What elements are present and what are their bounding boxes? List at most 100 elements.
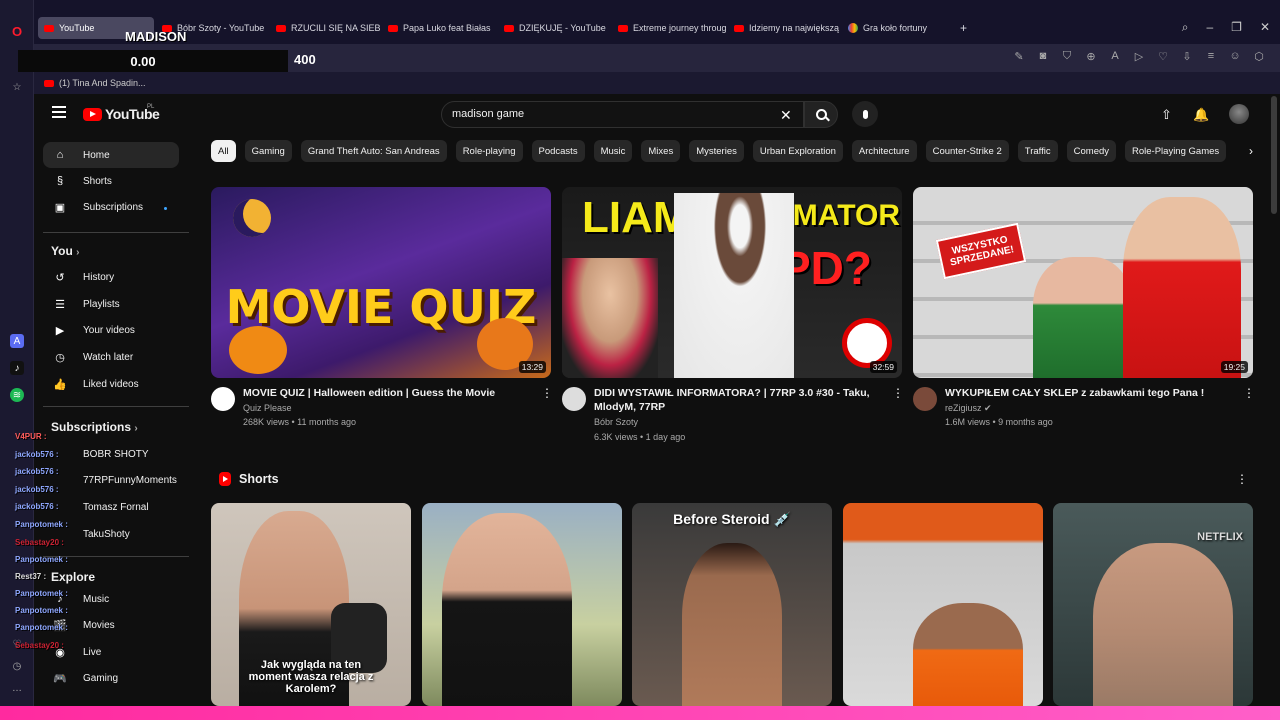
- sidebar-item-your-videos[interactable]: ▶ Your videos: [43, 317, 179, 343]
- chip-role-playing[interactable]: Role-playing: [455, 140, 523, 162]
- more-options-icon[interactable]: ⋮: [1243, 386, 1255, 400]
- chip-music[interactable]: Music: [593, 140, 633, 162]
- person-shape: [913, 603, 1023, 706]
- chip-mixes[interactable]: Mixes: [641, 140, 681, 162]
- short-thumbnail[interactable]: [422, 503, 622, 706]
- more-options-icon[interactable]: ⋮: [541, 386, 553, 400]
- score-display: 0.00: [18, 50, 288, 72]
- sidebar-item-playlists[interactable]: ☰ Playlists: [43, 291, 179, 317]
- channel-name[interactable]: Bóbr Szoty: [594, 415, 638, 429]
- you-heading[interactable]: You ›: [51, 244, 79, 258]
- edit-icon[interactable]: ✎: [1012, 50, 1026, 63]
- video-thumbnail[interactable]: WSZYSTKO SPRZEDANE! 19:25: [913, 187, 1253, 378]
- chevron-right-icon[interactable]: ›: [1240, 140, 1262, 162]
- chip-architecture[interactable]: Architecture: [851, 140, 917, 162]
- camera-icon[interactable]: ◙: [1036, 50, 1050, 63]
- profile-icon[interactable]: ☺: [1228, 50, 1242, 63]
- notifications-bell-icon[interactable]: 🔔: [1193, 107, 1209, 123]
- short-thumbnail[interactable]: NETFLIX: [1053, 503, 1253, 706]
- short-thumbnail[interactable]: Before Steroid 💉: [632, 503, 832, 706]
- maximize-icon[interactable]: ❐: [1231, 20, 1242, 35]
- close-icon[interactable]: ✕: [1260, 20, 1270, 35]
- download-icon[interactable]: ⇩: [1180, 50, 1194, 63]
- verified-icon: ✔: [984, 403, 992, 413]
- video-thumbnail[interactable]: MOVIE QUIZ 13:29: [211, 187, 551, 378]
- channel-name[interactable]: Quiz Please: [243, 401, 292, 415]
- upload-icon[interactable]: ⇧: [1161, 107, 1172, 123]
- youtube-logo[interactable]: YouTube PL: [83, 104, 160, 122]
- opera-logo-icon[interactable]: O: [10, 24, 24, 39]
- minimize-icon[interactable]: –: [1206, 20, 1213, 35]
- chip-all[interactable]: All: [211, 140, 236, 162]
- video-duration: 32:59: [869, 361, 897, 373]
- tiktok-icon[interactable]: ♪: [10, 361, 24, 375]
- person-shape: [562, 258, 658, 378]
- chip-counter-strike-2[interactable]: Counter-Strike 2: [925, 140, 1009, 162]
- chip-role-playing-games[interactable]: Role-Playing Games: [1125, 140, 1227, 162]
- bookmark-item[interactable]: (1) Tina And Spadin...: [59, 78, 146, 88]
- tab-papa-luko[interactable]: Papa Luko feat Białas: [382, 17, 496, 39]
- more-options-icon[interactable]: ⋮: [892, 386, 904, 400]
- star-icon[interactable]: ☆: [10, 80, 24, 94]
- extension-icon[interactable]: ⊕: [1084, 50, 1098, 63]
- tab-extreme-journey[interactable]: Extreme journey through: [612, 17, 726, 39]
- more-options-icon[interactable]: ⋮: [1236, 472, 1248, 486]
- sidebar-item-gaming[interactable]: 🎮 Gaming: [43, 665, 179, 691]
- new-tab-button[interactable]: +: [954, 17, 976, 39]
- video-title[interactable]: DIDI WYSTAWIŁ INFORMATORA? | 77RP 3.0 #3…: [594, 386, 884, 414]
- chip-traffic[interactable]: Traffic: [1017, 140, 1058, 162]
- menu-icon[interactable]: ≡: [1204, 50, 1218, 63]
- person-shape: [674, 193, 794, 378]
- history-clock-icon[interactable]: ◷: [10, 659, 24, 673]
- translate-icon[interactable]: A: [1108, 50, 1122, 63]
- channel-avatar[interactable]: [211, 387, 235, 411]
- search-tabs-icon[interactable]: ⌕: [1182, 20, 1189, 35]
- tab-rzucili[interactable]: RZUCILI SIĘ NA SIEBIE! SA: [270, 17, 380, 39]
- video-title[interactable]: WYKUPIŁEM CAŁY SKLEP z zabawkami tego Pa…: [945, 386, 1235, 400]
- chip-podcasts[interactable]: Podcasts: [531, 140, 585, 162]
- sidebar-item-liked-videos[interactable]: 👍 Liked videos: [43, 371, 179, 397]
- sidebar-item-subscriptions[interactable]: ▣ Subscriptions: [43, 194, 179, 220]
- chip-comedy[interactable]: Comedy: [1066, 140, 1117, 162]
- tab-idziemy[interactable]: Idziemy na największą fav: [728, 17, 840, 39]
- heart-icon[interactable]: ♡: [1156, 50, 1170, 63]
- search-input[interactable]: madison game: [441, 101, 804, 128]
- chip-urban-exploration[interactable]: Urban Exploration: [752, 140, 843, 162]
- short-thumbnail[interactable]: Jak wygląda na ten moment wasza relacja …: [211, 503, 411, 706]
- subscriptions-heading[interactable]: Subscriptions ›: [51, 420, 138, 434]
- aria-icon[interactable]: A: [10, 334, 24, 348]
- clear-search-icon[interactable]: ✕: [780, 107, 792, 124]
- video-duration: 13:29: [518, 361, 546, 373]
- hamburger-menu-icon[interactable]: [52, 106, 66, 118]
- video-thumbnail[interactable]: LIAM INFORMATOR PD? 32:59: [562, 187, 902, 378]
- avatar[interactable]: [1229, 104, 1249, 124]
- voice-search-button[interactable]: [852, 101, 878, 127]
- channel-avatar[interactable]: [562, 387, 586, 411]
- video-title[interactable]: MOVIE QUIZ | Halloween edition | Guess t…: [243, 386, 533, 400]
- sidebar-item-history[interactable]: ↺ History: [43, 264, 179, 290]
- chevron-right-icon: ›: [76, 247, 80, 258]
- short-caption: Before Steroid 💉: [673, 511, 791, 527]
- short-thumbnail[interactable]: [843, 503, 1043, 706]
- sidebar-item-watch-later[interactable]: ◷ Watch later: [43, 344, 179, 370]
- sidebar-item-subscription[interactable]: Tomasz Fornal: [43, 494, 179, 520]
- chip-gaming[interactable]: Gaming: [244, 140, 292, 162]
- channel-name[interactable]: reZigiusz ✔: [945, 401, 992, 415]
- sidebar-item-subscription[interactable]: 77RPFunnyMoments: [43, 467, 179, 493]
- chip-mysteries[interactable]: Mysteries: [689, 140, 744, 162]
- more-icon[interactable]: …: [10, 681, 24, 695]
- cube-icon[interactable]: ⬡: [1252, 50, 1266, 63]
- channel-avatar[interactable]: [913, 387, 937, 411]
- sidebar-item-home[interactable]: ⌂ Home: [43, 142, 179, 168]
- tab-gra-kolo-fortuny[interactable]: Gra koło fortuny: [842, 17, 952, 39]
- chip-gta-san-andreas[interactable]: Grand Theft Auto: San Andreas: [300, 140, 447, 162]
- spotify-icon[interactable]: ≋: [10, 388, 24, 402]
- tab-dziekuje[interactable]: DZIĘKUJĘ - YouTube: [498, 17, 610, 39]
- sidebar-item-shorts[interactable]: § Shorts: [43, 168, 179, 194]
- divider: [43, 232, 189, 233]
- scrollbar[interactable]: [1271, 96, 1277, 214]
- shield-icon[interactable]: ⛉: [1060, 50, 1074, 63]
- sidebar-item-subscription[interactable]: BOBR SHOTY: [43, 441, 179, 467]
- search-button[interactable]: [804, 101, 838, 128]
- play-icon[interactable]: ▷: [1132, 50, 1146, 63]
